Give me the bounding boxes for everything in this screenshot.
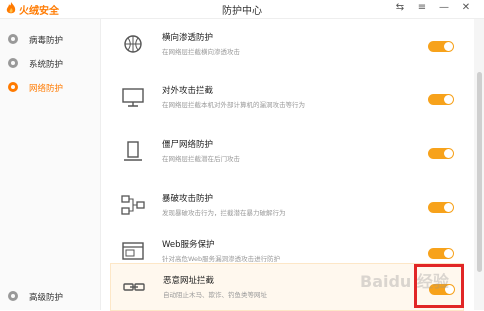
- nodes-icon: [121, 195, 145, 215]
- network-icon: [8, 82, 18, 92]
- network-globe-icon: [124, 35, 142, 53]
- item-name: Web服务保护: [162, 240, 215, 250]
- sidebar-item-virus[interactable]: 病毒防护: [0, 29, 100, 51]
- link-icon: [123, 283, 145, 291]
- sidebar-item-label: 系统防护: [29, 60, 64, 70]
- toggle-switch[interactable]: [428, 148, 454, 159]
- monitor-icon: [122, 88, 144, 107]
- item-desc: 在网络层拦截横向渗透攻击: [162, 48, 240, 56]
- item-name: 横向渗透防护: [162, 33, 214, 43]
- item-desc: 在网络层拦截本机对外部计算机的漏洞攻击等行为: [162, 101, 305, 109]
- sidebar-item-label: 高级防护: [29, 293, 64, 303]
- sidebar: 病毒防护 系统防护 网络防护 高级防护: [0, 19, 101, 310]
- toggle-switch[interactable]: [428, 202, 454, 213]
- advanced-icon: [8, 291, 18, 301]
- item-desc: 发现暴破攻击行为，拦截潜在暴力破解行为: [162, 209, 286, 217]
- list-item: 暴破攻击防护 发现暴破攻击行为，拦截潜在暴力破解行为: [110, 182, 462, 228]
- scrollbar-thumb[interactable]: [477, 72, 482, 272]
- sidebar-item-label: 病毒防护: [29, 36, 64, 46]
- shield-icon: [8, 34, 18, 44]
- toggle-switch[interactable]: [428, 248, 454, 259]
- list-item: 僵尸网络防护 在网络层拦截潜在后门攻击: [110, 128, 462, 174]
- highlight-annotation-box: [414, 264, 464, 308]
- menu-icon[interactable]: ≡: [414, 1, 430, 15]
- toggle-switch[interactable]: [428, 41, 454, 52]
- sidebar-item-network[interactable]: 网络防护: [0, 77, 100, 99]
- toggle-switch[interactable]: [428, 94, 454, 105]
- item-desc: 在网络层拦截潜在后门攻击: [162, 155, 240, 163]
- server-icon: [124, 141, 142, 161]
- item-desc: 针对高危Web服务漏洞渗透攻击进行防护: [162, 255, 281, 263]
- switch-icon[interactable]: ⇆: [392, 1, 408, 15]
- title-bar: 火绒安全 防护中心 ⇆ ≡ — ✕: [0, 0, 484, 19]
- window-title: 防护中心: [222, 6, 262, 17]
- close-icon[interactable]: ✕: [458, 1, 474, 15]
- sidebar-item-advanced[interactable]: 高级防护: [0, 286, 100, 308]
- item-name: 僵尸网络防护: [162, 140, 214, 150]
- item-name: 暴破攻击防护: [162, 194, 214, 204]
- list-item: 对外攻击拦截 在网络层拦截本机对外部计算机的漏洞攻击等行为: [110, 74, 462, 120]
- item-name: 对外攻击拦截: [162, 86, 214, 96]
- list-item: 横向渗透防护 在网络层拦截横向渗透攻击: [110, 21, 462, 67]
- item-desc: 自动阻止木马、欺诈、钓鱼类等网址: [163, 291, 267, 299]
- item-name: 恶意网址拦截: [163, 276, 215, 286]
- sidebar-item-system[interactable]: 系统防护: [0, 53, 100, 75]
- system-icon: [8, 58, 18, 68]
- minimize-icon[interactable]: —: [436, 1, 452, 15]
- web-window-icon: [122, 242, 144, 260]
- sidebar-item-label: 网络防护: [29, 84, 64, 94]
